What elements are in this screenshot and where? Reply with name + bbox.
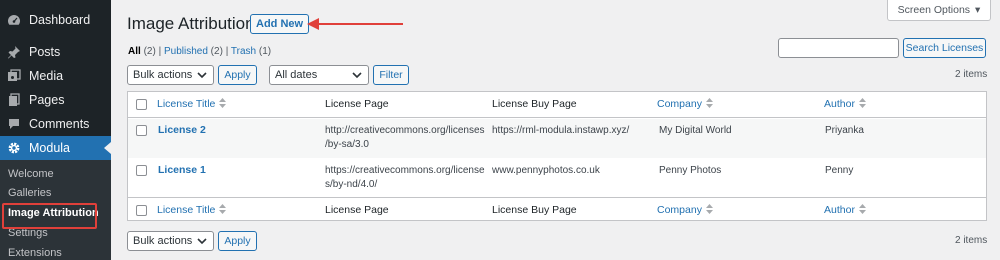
row-checkbox[interactable] [136, 165, 147, 176]
apply-button-bottom[interactable]: Apply [218, 231, 257, 251]
column-label: Author [824, 204, 855, 216]
gear-icon [5, 139, 23, 157]
sidebar-item-label: Dashboard [29, 13, 91, 27]
chevron-down-icon [197, 238, 207, 245]
sort-icon [705, 98, 713, 108]
row-checkbox[interactable] [136, 125, 147, 136]
filter-separator: | [158, 46, 162, 57]
sidebar-item-label: Comments [29, 117, 90, 131]
column-header-license-title[interactable]: License Title [157, 98, 227, 111]
filter-published[interactable]: Published [164, 46, 208, 57]
bulk-actions-value: Bulk actions [133, 69, 193, 81]
date-filter-select[interactable]: All dates [269, 65, 369, 85]
sidebar-item-label: Posts [29, 45, 61, 59]
column-footer-license-title[interactable]: License Title [157, 204, 227, 217]
screen-options-button[interactable]: Screen Options ▾ [887, 0, 991, 21]
table-row: License 1 https://creativecommons.org/li… [128, 158, 986, 197]
column-header-license-buy-page: License Buy Page [492, 98, 577, 110]
column-label: Company [657, 204, 702, 216]
column-footer-author[interactable]: Author [824, 204, 866, 217]
sidebar-item-pages[interactable]: Pages [0, 88, 111, 112]
column-label: Company [657, 98, 702, 110]
bulk-actions-select-top[interactable]: Bulk actions [127, 65, 214, 85]
license-buy-page: https://rml-modula.instawp.xyz/ [492, 125, 630, 136]
column-footer-license-page: License Page [325, 204, 389, 216]
license-buy-page: www.pennyphotos.co.uk [492, 165, 600, 176]
author-cell: Penny [825, 165, 854, 176]
sidebar-item-dashboard[interactable]: Dashboard [0, 8, 111, 32]
bulk-actions-value: Bulk actions [133, 235, 193, 247]
screen-options-label: Screen Options [897, 4, 971, 16]
author-cell: Priyanka [825, 125, 864, 136]
filter-all-count: (2) [143, 46, 156, 57]
filter-button[interactable]: Filter [373, 65, 409, 85]
license-page-line1: http://creativecommons.org/licenses [325, 125, 485, 136]
filter-trash[interactable]: Trash [231, 46, 256, 57]
pin-icon [5, 43, 23, 61]
license-page-line1: https://creativecommons.org/license [325, 165, 485, 176]
column-label: Author [824, 98, 855, 110]
search-input[interactable] [778, 38, 899, 58]
select-all-checkbox[interactable] [136, 99, 147, 110]
submenu-item-extensions[interactable]: Extensions [8, 247, 62, 259]
license-title-link[interactable]: License 1 [158, 164, 206, 177]
dashboard-icon [5, 11, 23, 29]
date-filter-value: All dates [275, 69, 318, 81]
chevron-down-icon [197, 72, 207, 79]
annotation-arrow-icon [307, 18, 403, 30]
comment-icon [5, 115, 23, 133]
licenses-table: License Title License Page License Buy P… [127, 91, 987, 221]
filter-all[interactable]: All [128, 46, 141, 57]
column-label: License Title [157, 98, 216, 110]
license-title-link[interactable]: License 2 [158, 124, 206, 137]
caret-down-icon: ▾ [975, 4, 981, 16]
sidebar-item-comments[interactable]: Comments [0, 112, 111, 136]
column-header-author[interactable]: Author [824, 98, 866, 111]
admin-sidebar: Dashboard Posts Media Pages Comments Mod… [0, 0, 111, 260]
sort-icon [858, 204, 866, 214]
sort-icon [705, 204, 713, 214]
column-header-company[interactable]: Company [657, 98, 713, 111]
sort-icon [858, 98, 866, 108]
sort-icon [219, 204, 227, 214]
items-count-top: 2 items [955, 69, 988, 80]
filter-separator: | [225, 46, 229, 57]
bulk-actions-select-bottom[interactable]: Bulk actions [127, 231, 214, 251]
search-licenses-button[interactable]: Search Licenses [903, 38, 986, 58]
license-page-line2: s/by-nd/4.0/ [325, 179, 378, 190]
company-cell: My Digital World [659, 125, 732, 136]
media-icon [5, 67, 23, 85]
column-footer-license-buy-page: License Buy Page [492, 204, 577, 216]
sidebar-item-label: Pages [29, 93, 65, 107]
apply-button-top[interactable]: Apply [218, 65, 257, 85]
column-header-license-page: License Page [325, 98, 389, 110]
sidebar-item-modula[interactable]: Modula [0, 136, 111, 160]
add-new-button[interactable]: Add New [250, 14, 310, 34]
select-all-checkbox[interactable] [136, 205, 147, 216]
filter-published-count: (2) [210, 46, 223, 57]
chevron-down-icon [352, 72, 362, 79]
status-filter-links: All (2) | Published (2) | Trash (1) [128, 46, 271, 57]
table-header-row: License Title License Page License Buy P… [128, 92, 986, 118]
table-row: License 2 http://creativecommons.org/lic… [128, 119, 986, 158]
column-label: License Title [157, 204, 216, 216]
items-count-bottom: 2 items [955, 235, 988, 246]
license-page-line2: /by-sa/3.0 [325, 139, 369, 150]
sidebar-item-label: Modula [29, 141, 70, 155]
annotation-highlight-box [2, 203, 97, 229]
filter-trash-count: (1) [258, 46, 272, 57]
page-title: Image Attribution [127, 14, 255, 33]
pages-icon [5, 91, 23, 109]
submenu-item-welcome[interactable]: Welcome [8, 168, 54, 180]
table-footer-row: License Title License Page License Buy P… [128, 197, 986, 221]
submenu-item-galleries[interactable]: Galleries [8, 187, 51, 199]
company-cell: Penny Photos [659, 165, 722, 176]
sidebar-item-media[interactable]: Media [0, 64, 111, 88]
column-footer-company[interactable]: Company [657, 204, 713, 217]
sidebar-item-posts[interactable]: Posts [0, 40, 111, 64]
sort-icon [219, 98, 227, 108]
sidebar-item-label: Media [29, 69, 64, 83]
